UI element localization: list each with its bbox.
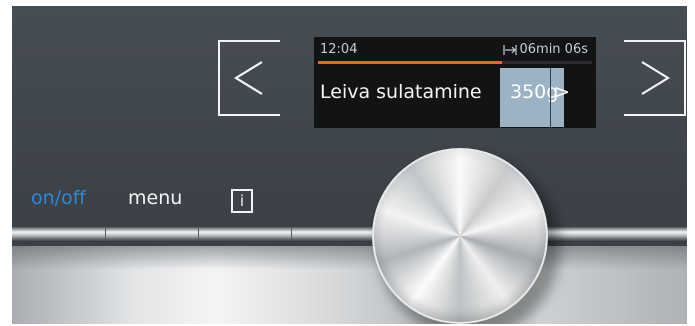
remaining-time: 06min 06s [503, 42, 588, 57]
program-display: 12:04 06min 06s Leiva sulatamine 350g > [314, 37, 596, 128]
previous-button[interactable] [218, 40, 280, 116]
chrome-trim [12, 246, 687, 324]
chevron-left-icon [233, 61, 263, 95]
progress-bar [318, 61, 592, 64]
weight-value: 350g [510, 81, 559, 103]
weight-divider [550, 68, 551, 127]
on-off-button[interactable]: on/off [31, 187, 86, 209]
menu-button[interactable]: menu [128, 187, 182, 209]
rail-separator [105, 228, 106, 240]
rail-separator [198, 228, 199, 240]
control-knob[interactable] [372, 148, 548, 324]
info-button[interactable]: i [231, 189, 253, 213]
clock-time: 12:04 [320, 42, 358, 57]
timer-end-icon [503, 44, 518, 55]
rail-separator [291, 228, 292, 240]
weight-setting[interactable]: 350g > [500, 68, 570, 127]
remaining-time-value: 06min 06s [519, 42, 588, 57]
weight-arrow: > [554, 81, 570, 103]
next-button[interactable] [624, 40, 686, 116]
chevron-right-icon [641, 61, 671, 95]
chrome-rail [12, 226, 687, 242]
progress-fill [318, 61, 502, 64]
oven-control-panel: 12:04 06min 06s Leiva sulatamine 350g > … [12, 6, 687, 324]
program-name: Leiva sulatamine [320, 81, 482, 103]
